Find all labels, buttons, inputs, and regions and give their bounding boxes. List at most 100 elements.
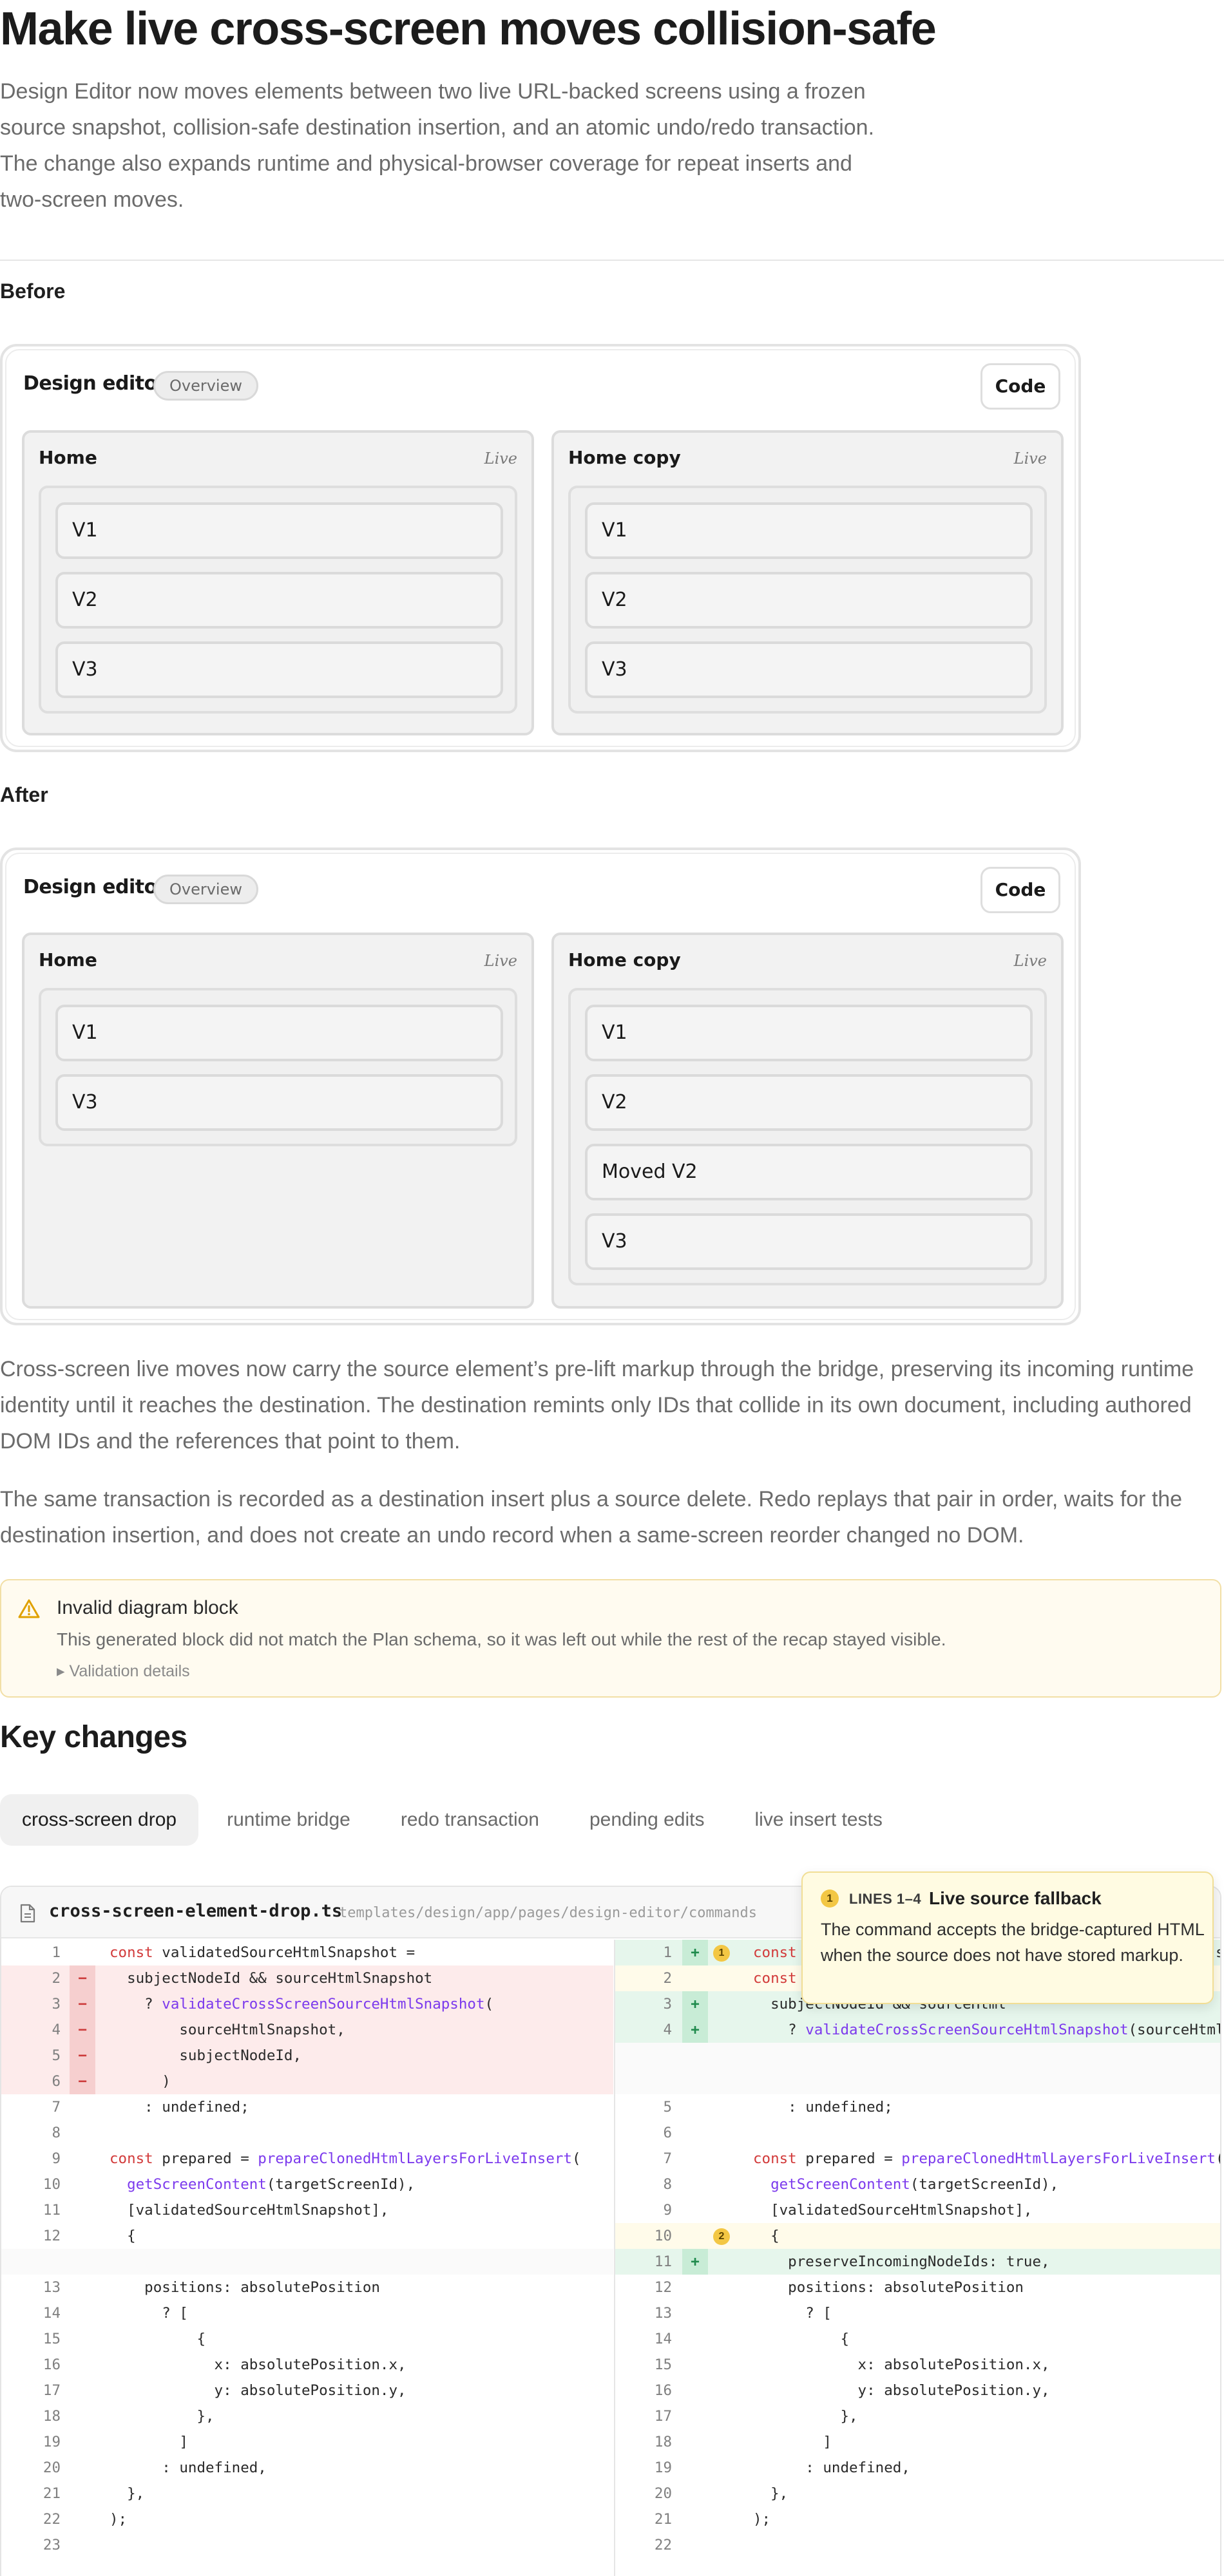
diff-line: 22 (615, 2532, 1220, 2558)
popover-body: The command accepts the bridge-captured … (821, 1920, 1204, 1965)
invalid-diagram-alert: Invalid diagram block This generated blo… (0, 1579, 1221, 1698)
line-number: 22 (43, 2511, 61, 2528)
removed-marker: − (70, 1965, 95, 1991)
diff-gap-row (615, 2069, 1220, 2094)
tab-cross-screen-drop[interactable]: cross-screen drop (0, 1794, 199, 1846)
code-text: x: absolutePosition.x, (110, 2356, 406, 2373)
annotation-badge[interactable]: 2 (713, 2228, 730, 2245)
line-number: 4 (663, 2022, 672, 2038)
element-item[interactable]: V1 (55, 502, 503, 559)
element-item[interactable]: V2 (585, 1074, 1033, 1131)
popover-title: Live source fallback (929, 1888, 1102, 1908)
element-item[interactable]: V3 (55, 1074, 503, 1131)
code-text: getScreenContent(targetScreenId), (127, 2176, 416, 2193)
line-number: 9 (52, 2150, 61, 2167)
diff-line: 14 ? [ (1, 2300, 613, 2326)
line-number: 15 (43, 2331, 61, 2347)
diff-line: 11 [validatedSourceHtmlSnapshot], (1, 2197, 613, 2223)
diff-line: 20 : undefined, (1, 2455, 613, 2481)
element-item[interactable]: V1 (55, 1005, 503, 1061)
diff-pane-before: 1 const validatedSourceHtmlSnapshot = 2− s… (1, 1940, 613, 2576)
line-number (615, 2069, 672, 2094)
diff-line: 1 const validatedSourceHtmlSnapshot = (1, 1940, 613, 1965)
diff-line: 7 const prepared = prepareClonedHtmlLayer… (615, 2146, 1220, 2172)
screen-name: Home copy (568, 447, 681, 468)
validation-details-toggle[interactable]: ▸ Validation details (57, 1662, 190, 1681)
code-button[interactable]: Code (980, 867, 1060, 913)
diff-line: 16 y: absolutePosition.y, (615, 2378, 1220, 2403)
key-changes-heading: Key changes (0, 1720, 187, 1754)
body-paragraph: The same transaction is recorded as a de… (0, 1487, 1183, 1548)
divider (0, 260, 1224, 261)
file-icon (19, 1904, 36, 1926)
tab-runtime-bridge[interactable]: runtime bridge (205, 1794, 372, 1846)
line-number: 19 (43, 2434, 61, 2450)
diff-line: 19 : undefined, (615, 2455, 1220, 2481)
moved-element-item[interactable]: Moved V2 (585, 1144, 1033, 1200)
line-number: 16 (43, 2356, 61, 2373)
file-path: templates/design/app/pages/design-editor… (339, 1905, 758, 1921)
line-number: 5 (663, 2099, 672, 2116)
screen-home-copy[interactable]: Home copy Live V1 V2 Moved V2 V3 (551, 933, 1064, 1309)
live-source-fallback-popover: 1 LINES 1–4 Live source fallback The com… (801, 1871, 1214, 2004)
screen-home[interactable]: Home Live V1 V2 V3 (22, 430, 534, 735)
code-button[interactable]: Code (980, 363, 1060, 410)
code-text: ) (110, 2073, 171, 2090)
overview-pill[interactable]: Overview (153, 875, 258, 904)
code-text: [validatedSourceHtmlSnapshot], (110, 2202, 389, 2219)
line-number: 1 (663, 1944, 672, 1961)
element-item[interactable]: V1 (585, 502, 1033, 559)
diff-line: 2− subjectNodeId && sourceHtmlSnapshot (1, 1965, 613, 1991)
element-item[interactable]: V2 (585, 572, 1033, 629)
tab-pending-edits[interactable]: pending edits (568, 1794, 726, 1846)
code-text: ? [ (753, 2305, 832, 2322)
diff-line: 20 }, (615, 2481, 1220, 2506)
code-text: { (110, 2331, 206, 2347)
screen-status: Live (484, 952, 517, 970)
line-number: 3 (52, 1996, 61, 2012)
line-number: 15 (654, 2356, 672, 2373)
code-text: ? validateCrossScreenSourceHtmlSnapshot(… (753, 2022, 1221, 2038)
diff-line: 19 ] (1, 2429, 613, 2455)
overview-pill[interactable]: Overview (153, 371, 258, 401)
element-item[interactable]: V3 (585, 1213, 1033, 1270)
screen-home-copy[interactable]: Home copy Live V1 V2 V3 (551, 430, 1064, 735)
code-text: : undefined; (753, 2099, 893, 2116)
diff-line: 12 { (1, 2223, 613, 2249)
line-number: 8 (52, 2125, 61, 2141)
diff-gap-row (615, 2043, 1220, 2069)
element-item[interactable]: V2 (55, 572, 503, 629)
screen-home[interactable]: Home Live V1 V3 (22, 933, 534, 1309)
diff-pane-after: 1+1const validatedSourceHtmlSnapshot = s… (614, 1940, 1221, 2576)
element-item[interactable]: V3 (55, 641, 503, 698)
diff-line: 5− subjectNodeId, (1, 2043, 613, 2069)
element-item[interactable]: V1 (585, 1005, 1033, 1061)
diff-line: 17 y: absolutePosition.y, (1, 2378, 613, 2403)
diff-line: 22); (1, 2506, 613, 2532)
element-item[interactable]: V3 (585, 641, 1033, 698)
code-text: subjectNodeId, (110, 2047, 302, 2064)
line-number (615, 2043, 672, 2069)
line-number: 14 (654, 2331, 672, 2347)
code-text: }, (753, 2485, 789, 2502)
alert-body: This generated block did not match the P… (57, 1629, 946, 1649)
code-text: { (110, 2228, 136, 2244)
code-text: subjectNodeId && sourceHtmlSnapshot (110, 1970, 433, 1987)
diff-line: 14 { (615, 2326, 1220, 2352)
tab-redo-transaction[interactable]: redo transaction (379, 1794, 561, 1846)
code-text: x: absolutePosition.x, (753, 2356, 1050, 2373)
annotation-badge[interactable]: 1 (713, 1945, 730, 1962)
after-label: After (0, 783, 48, 806)
added-marker: + (682, 1940, 708, 1965)
diff-line: 13 positions: absolutePosition (1, 2275, 613, 2300)
diff-line: 6− ) (1, 2069, 613, 2094)
line-number: 10 (43, 2176, 61, 2193)
tab-live-insert-tests[interactable]: live insert tests (732, 1794, 904, 1846)
screen-name: Home (39, 447, 97, 468)
line-number: 17 (654, 2408, 672, 2425)
code-text: ] (110, 2434, 188, 2450)
after-wireframe: Design editor Overview Code Home Live V1… (0, 848, 1081, 1325)
